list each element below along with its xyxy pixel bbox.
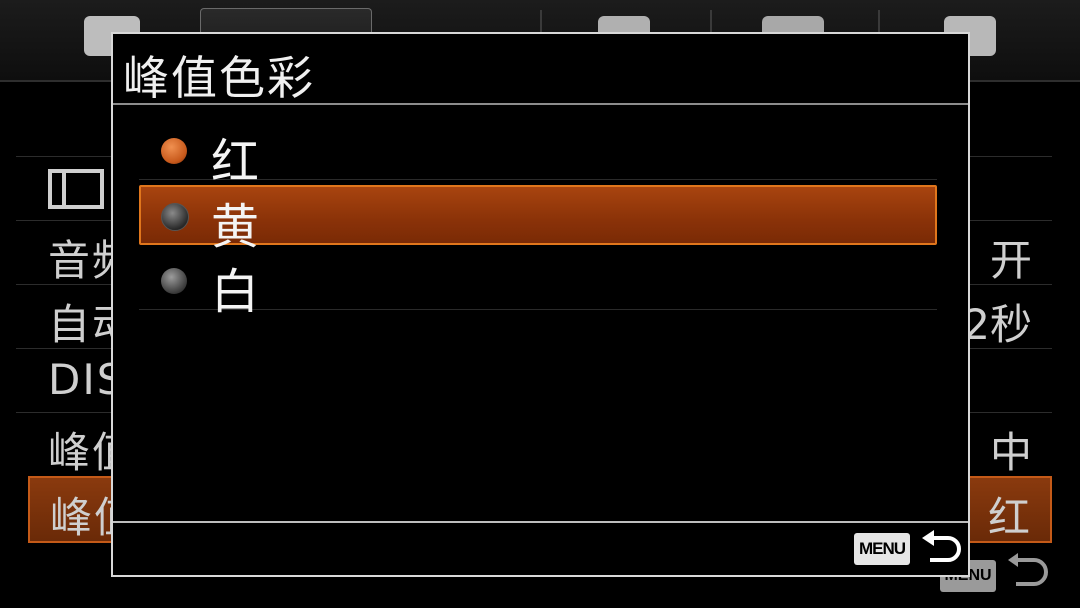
radio-indicator-icon — [161, 203, 189, 231]
radio-indicator-icon — [161, 138, 187, 164]
menu-row-value: 中 — [989, 428, 1032, 477]
dialog-title: 峰值色彩 — [123, 51, 315, 105]
return-arrow-icon[interactable] — [918, 528, 964, 574]
film-icon — [48, 169, 104, 219]
option-label: 白 — [211, 264, 260, 320]
menu-row-value: 开 — [989, 236, 1032, 285]
option-label: 红 — [211, 134, 260, 190]
option-white[interactable]: 白 — [139, 250, 937, 320]
return-arrow-icon[interactable] — [1004, 552, 1048, 602]
peaking-color-dialog: 峰值色彩 红 黄 白 MENU — [111, 32, 970, 577]
option-red[interactable]: 红 — [139, 120, 937, 190]
menu-row-value: 2秒 — [963, 300, 1032, 349]
menu-row-value: 红 — [987, 493, 1030, 542]
option-label: 黄 — [211, 199, 260, 255]
radio-indicator-icon — [161, 268, 187, 294]
menu-button[interactable]: MENU — [854, 533, 910, 565]
option-yellow-selected[interactable]: 黄 — [139, 185, 937, 255]
title-divider — [113, 103, 968, 105]
footer-divider — [113, 521, 968, 523]
